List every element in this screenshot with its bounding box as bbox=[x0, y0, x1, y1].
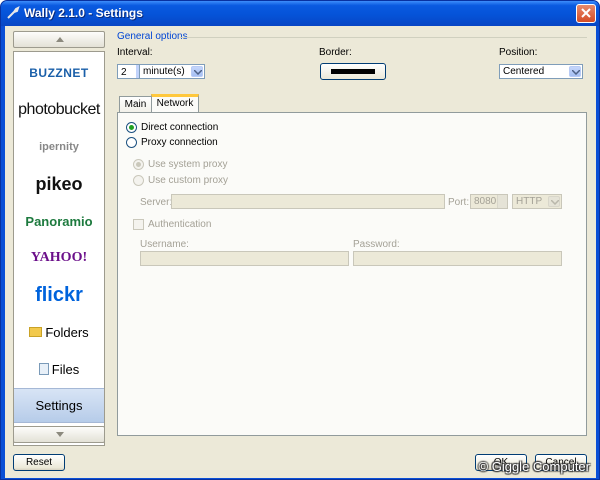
chevron-down-icon bbox=[56, 432, 64, 437]
proxy-connection-radio[interactable] bbox=[126, 137, 137, 148]
title-bar[interactable]: Wally 2.1.0 - Settings bbox=[1, 1, 599, 26]
chevron-down-icon bbox=[569, 66, 581, 77]
pikeo-logo: pikeo bbox=[35, 173, 83, 194]
server-label: Server: bbox=[140, 197, 173, 208]
position-label: Position: bbox=[499, 47, 538, 58]
server-input[interactable] bbox=[171, 194, 445, 209]
wrench-icon bbox=[6, 6, 20, 20]
custom-proxy-label: Use custom proxy bbox=[148, 175, 229, 186]
buzznet-logo: BUZZNET bbox=[29, 66, 89, 80]
position-select[interactable]: Centered bbox=[499, 64, 583, 79]
authentication-label: Authentication bbox=[148, 219, 212, 230]
source-sidebar: BUZZNET photobucket ipernity pikeo Panor… bbox=[13, 51, 105, 446]
yahoo-logo: YAHOO! bbox=[30, 250, 88, 265]
sidebar-scroll-up-button[interactable] bbox=[13, 31, 105, 48]
port-value: 8080 bbox=[474, 196, 497, 207]
border-color-button[interactable] bbox=[320, 63, 386, 80]
close-icon bbox=[581, 8, 591, 18]
sidebar-item-ipernity[interactable]: ipernity bbox=[14, 129, 104, 165]
username-input[interactable] bbox=[140, 251, 349, 266]
position-value: Centered bbox=[503, 66, 545, 77]
chevron-up-icon bbox=[56, 37, 64, 42]
photobucket-logo: photobucket bbox=[18, 101, 100, 118]
spin-arrows-icon[interactable] bbox=[497, 195, 507, 208]
port-label: Port: bbox=[448, 197, 470, 208]
ipernity-logo: ipernity bbox=[39, 141, 79, 153]
flickr-logo: flickr bbox=[35, 283, 83, 306]
settings-window: Wally 2.1.0 - Settings BUZZNET photobuck… bbox=[0, 0, 600, 480]
sidebar-item-flickr[interactable]: flickr bbox=[14, 277, 104, 313]
network-tab-panel: Direct connection Proxy connection Use s… bbox=[117, 112, 587, 436]
files-icon bbox=[38, 363, 49, 375]
window-title: Wally 2.1.0 - Settings bbox=[24, 6, 143, 20]
watermark: © Giggle Computer bbox=[478, 459, 590, 474]
authentication-checkbox[interactable] bbox=[133, 219, 144, 230]
sidebar-item-folders[interactable]: Folders bbox=[14, 314, 104, 350]
interval-unit-value: minute(s) bbox=[143, 66, 185, 77]
sidebar-item-panoramio[interactable]: Panoramio bbox=[14, 203, 104, 239]
interval-value: 2 bbox=[121, 67, 127, 78]
sidebar-item-label: Files bbox=[51, 361, 80, 377]
protocol-value: HTTP bbox=[516, 196, 543, 207]
chevron-down-icon bbox=[191, 66, 203, 77]
group-divider bbox=[180, 37, 587, 38]
sidebar-item-label: Folders bbox=[45, 324, 89, 340]
proxy-connection-label: Proxy connection bbox=[141, 137, 218, 148]
chevron-down-icon bbox=[548, 196, 560, 207]
sidebar-item-files[interactable]: Files bbox=[14, 351, 104, 387]
custom-proxy-radio[interactable] bbox=[133, 175, 144, 186]
close-button[interactable] bbox=[576, 4, 596, 23]
border-color-swatch bbox=[331, 69, 375, 74]
direct-connection-label: Direct connection bbox=[141, 122, 219, 133]
direct-connection-radio[interactable] bbox=[126, 122, 137, 133]
reset-button[interactable]: Reset bbox=[13, 454, 65, 471]
port-input[interactable]: 8080 bbox=[470, 194, 508, 209]
sidebar-item-buzznet[interactable]: BUZZNET bbox=[14, 55, 104, 91]
interval-label: Interval: bbox=[117, 47, 153, 58]
sidebar-item-pikeo[interactable]: pikeo bbox=[14, 166, 104, 202]
system-proxy-radio[interactable] bbox=[133, 159, 144, 170]
sidebar-item-settings[interactable]: Settings bbox=[14, 388, 104, 423]
panoramio-logo: Panoramio bbox=[25, 213, 93, 229]
tab-network[interactable]: Network bbox=[151, 94, 199, 114]
protocol-select[interactable]: HTTP bbox=[512, 194, 562, 209]
general-options-label: General options bbox=[117, 31, 188, 42]
system-proxy-label: Use system proxy bbox=[148, 159, 228, 170]
window-client-area: BUZZNET photobucket ipernity pikeo Panor… bbox=[5, 26, 596, 478]
sidebar-item-label: Settings bbox=[35, 398, 83, 413]
password-input[interactable] bbox=[353, 251, 562, 266]
folder-icon bbox=[29, 327, 43, 337]
sidebar-scroll-down-button[interactable] bbox=[13, 426, 105, 443]
interval-unit-select[interactable]: minute(s) bbox=[139, 64, 205, 79]
username-label: Username: bbox=[140, 239, 189, 250]
sidebar-item-photobucket[interactable]: photobucket bbox=[14, 92, 104, 128]
password-label: Password: bbox=[353, 239, 400, 250]
border-label: Border: bbox=[319, 47, 352, 58]
sidebar-item-yahoo[interactable]: YAHOO! bbox=[14, 240, 104, 276]
